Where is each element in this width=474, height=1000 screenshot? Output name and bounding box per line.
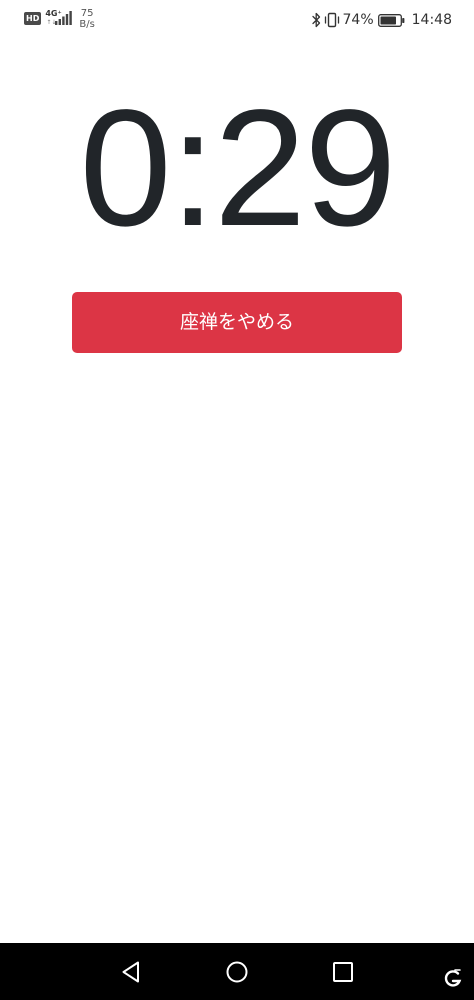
network-speed-unit: B/s xyxy=(79,19,95,30)
back-icon[interactable] xyxy=(118,959,144,985)
watermark-logo-icon xyxy=(444,969,462,987)
battery-percent: 74% xyxy=(342,12,374,28)
status-bar-right: 74% 14:48 xyxy=(311,10,452,30)
signal-icon xyxy=(55,11,73,25)
network-speed: 75 B/s xyxy=(79,8,94,30)
recent-apps-icon[interactable] xyxy=(330,959,356,985)
zazen-timer: 0:29 xyxy=(79,76,396,261)
network-indicator: 4G⁺ ↑↓ xyxy=(45,8,75,32)
battery-icon xyxy=(377,13,405,27)
status-bar: HD 4G⁺ ↑↓ 75 B/s 74% 14:48 xyxy=(0,0,474,40)
stop-zazen-button[interactable]: 座禅をやめる xyxy=(72,292,402,353)
network-speed-value: 75 xyxy=(80,8,94,19)
status-clock: 14:48 xyxy=(411,12,452,28)
hd-badge: HD xyxy=(24,12,42,25)
vibrate-icon xyxy=(324,12,339,28)
status-bar-left: HD 4G⁺ ↑↓ 75 B/s xyxy=(24,8,95,32)
bluetooth-icon xyxy=(311,12,320,28)
home-icon[interactable] xyxy=(224,959,250,985)
navigation-bar xyxy=(0,943,474,1000)
